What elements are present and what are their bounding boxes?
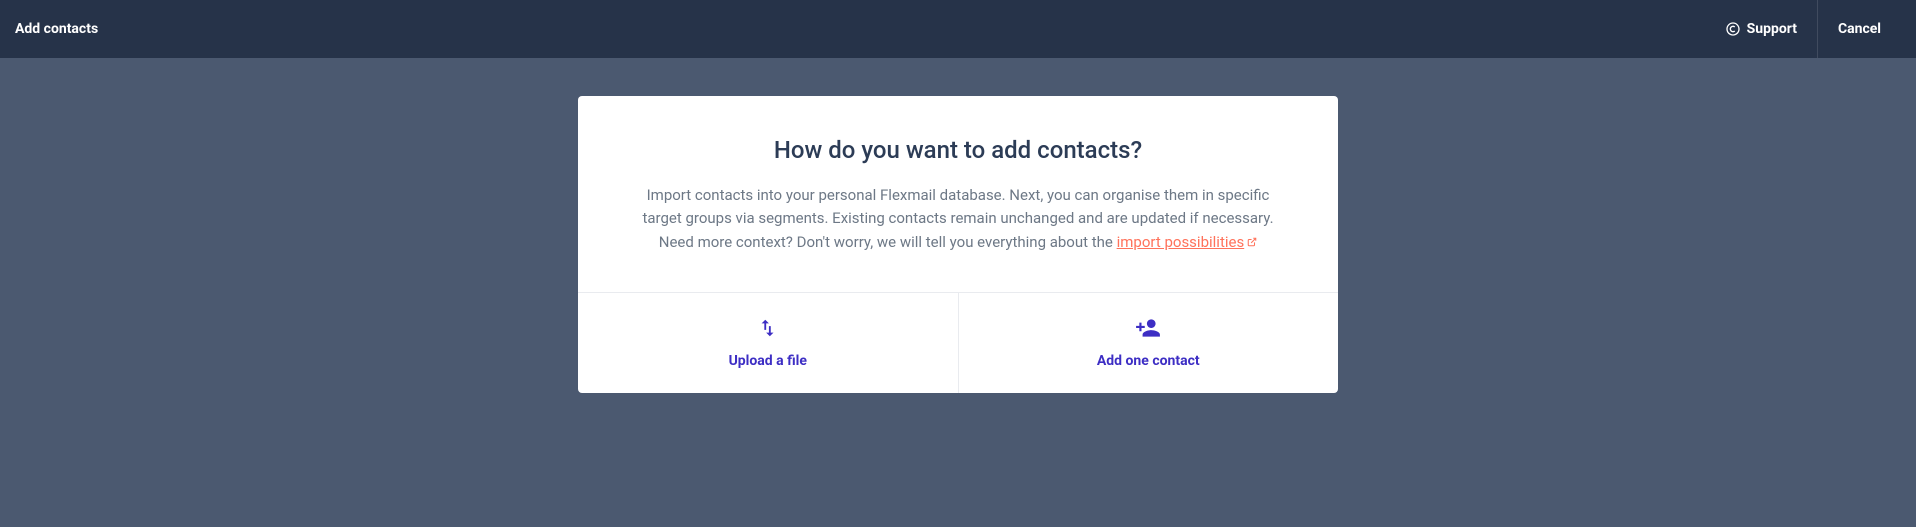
import-possibilities-link[interactable]: import possibilities bbox=[1117, 233, 1258, 251]
options-row: Upload a file Add one contact bbox=[578, 292, 1338, 393]
upload-file-option[interactable]: Upload a file bbox=[578, 293, 959, 393]
cancel-button[interactable]: Cancel bbox=[1817, 0, 1901, 58]
upload-file-label: Upload a file bbox=[578, 353, 958, 369]
card-heading: How do you want to add contacts? bbox=[638, 136, 1278, 164]
support-button[interactable]: Support bbox=[1705, 0, 1817, 58]
main-card: How do you want to add contacts? Import … bbox=[578, 96, 1338, 393]
add-person-icon bbox=[959, 313, 1339, 343]
support-icon bbox=[1725, 21, 1741, 37]
card-description: Import contacts into your personal Flexm… bbox=[638, 184, 1278, 254]
cancel-label: Cancel bbox=[1838, 21, 1881, 37]
upload-icon bbox=[578, 313, 958, 343]
page-title: Add contacts bbox=[15, 21, 98, 37]
support-label: Support bbox=[1747, 21, 1797, 37]
card-content: How do you want to add contacts? Import … bbox=[578, 96, 1338, 292]
header-actions: Support Cancel bbox=[1705, 0, 1901, 58]
header-bar: Add contacts Support Cancel bbox=[0, 0, 1916, 58]
add-one-contact-option[interactable]: Add one contact bbox=[959, 293, 1339, 393]
external-link-icon bbox=[1247, 237, 1257, 247]
link-text: import possibilities bbox=[1117, 233, 1245, 251]
add-one-contact-label: Add one contact bbox=[959, 353, 1339, 369]
